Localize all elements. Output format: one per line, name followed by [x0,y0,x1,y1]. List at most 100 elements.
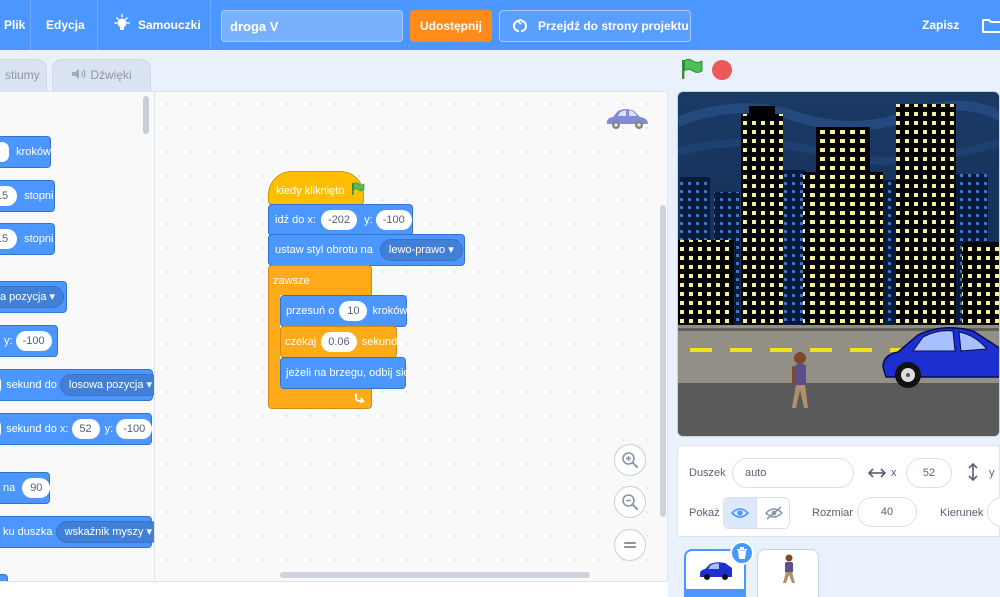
palette-move-unit: kroków [16,146,51,159]
when-flag-clicked-label: kiedy kliknięto [276,185,345,197]
sprite-thumb-person[interactable] [757,549,819,597]
palette-turn-left-input[interactable]: 15 [0,229,17,250]
palette-point-direction-input[interactable]: 90 [22,478,51,499]
code-horizontal-scrollbar[interactable] [280,572,590,578]
set-rotation-style-block[interactable]: ustaw styl obrotu na lewo-prawo ▾ [268,234,465,266]
size-input[interactable]: 40 [857,497,917,527]
palette-point-towards-label: ku duszka [3,526,53,539]
see-project-page-label: Przejdź do strony projektu [538,19,689,33]
palette-glide-xy-block[interactable]: sekund do x: 52 y: -100 [0,413,153,445]
folder-icon[interactable] [982,17,1000,33]
wait-seconds-input[interactable]: 0.06 [321,332,357,352]
wait-label: czekaj [285,336,317,348]
eye-hidden-icon [764,506,784,520]
delete-sprite-button[interactable] [730,541,754,565]
wait-unit: sekund [361,336,398,348]
x-label: x [891,467,897,479]
forever-block[interactable]: zawsze [268,265,372,295]
rotation-style-dropdown[interactable]: lewo-prawo ▾ [379,239,463,261]
palette-turn-right-unit: stopni [24,190,54,203]
show-visible-button[interactable] [724,498,757,528]
go-to-xy-block[interactable]: idź do x: -202 y: -100 [268,204,413,236]
lightbulb-icon [114,14,130,30]
speaker-icon [72,69,86,79]
share-button[interactable]: Udostępnij [410,10,492,42]
zoom-out-button[interactable] [614,486,646,518]
green-flag-icon[interactable] [680,58,704,80]
go-to-x-input[interactable]: -202 [321,210,358,230]
stop-icon[interactable] [711,59,733,81]
size-label: Rozmiar [812,507,853,519]
palette-glide-x-input[interactable]: 52 [71,419,100,440]
stage[interactable] [677,91,1000,437]
bounce-on-edge-label: jeżeli na brzegu, odbij się [286,367,410,379]
forever-label: zawsze [273,275,310,287]
menu-file[interactable]: Plik [4,18,25,32]
palette-turn-right-block[interactable]: 15 stopni [0,180,55,212]
palette-glide-xy-secs-input[interactable] [0,419,1,440]
palette-go-to-block[interactable]: a pozycja ▾ [0,281,67,313]
move-steps-block[interactable]: przesuń o 10 kroków [280,295,407,327]
see-project-page-button[interactable]: Przejdź do strony projektu [499,10,691,42]
palette-move-block[interactable]: kroków [0,136,51,168]
palette-go-to-dropdown[interactable]: a pozycja ▾ [0,286,65,309]
bounce-on-edge-block[interactable]: jeżeli na brzegu, odbij się [280,357,410,389]
palette-point-towards-block[interactable]: ku duszka wskaźnik myszy ▾ [0,516,154,548]
show-hidden-button[interactable] [757,498,789,528]
tab-sounds[interactable]: Dźwięki [52,59,151,92]
palette-next-block[interactable] [0,574,8,581]
go-to-y-input[interactable]: -100 [375,210,412,230]
horizontal-arrows-icon [868,468,886,478]
palette-glide-xy-label: sekund do x: [6,423,69,436]
sprite-indicator-car-icon [606,109,648,129]
person-thumbnail-icon [783,554,795,583]
go-to-xy-label: idź do x: [275,214,316,226]
when-flag-clicked-block[interactable]: kiedy kliknięto [268,171,364,205]
backpack-bar[interactable] [0,581,668,597]
tab-sounds-label: Dźwięki [90,68,132,82]
eye-icon [730,508,750,518]
sprite-name-strip [686,589,744,597]
palette-glide-random-label: sekund do [6,379,57,392]
move-steps-input[interactable]: 10 [339,301,368,321]
palette-turn-right-input[interactable]: 15 [0,186,17,207]
palette-scrollbar[interactable] [143,96,149,134]
palette-point-direction-block[interactable]: na 90 [0,472,51,504]
palette-go-to-target: a pozycja [0,291,47,304]
palette-glide-y-label: y: [104,423,114,436]
loop-arrow-icon [355,393,365,403]
code-area[interactable]: kiedy kliknięto idź do x: -202 y: -100 u… [155,91,668,581]
palette-point-towards-target: wskaźnik myszy [64,526,144,539]
menu-tutorials-label: Samouczki [138,18,201,32]
zoom-in-icon [622,452,638,468]
x-position-input[interactable]: 52 [906,458,952,488]
project-title-input[interactable] [221,10,403,42]
palette-glide-secs-input[interactable] [0,375,1,396]
wait-block[interactable]: czekaj 0.06 sekund [280,326,397,358]
palette-glide-target-dropdown[interactable]: losowa pozycja ▾ [59,374,154,397]
forever-block-foot [268,387,372,409]
direction-input[interactable] [987,497,1000,527]
menu-divider [97,0,98,50]
palette-glide-y-input[interactable]: -100 [116,419,153,440]
palette-go-to-xy-block[interactable]: y: -100 [0,325,58,357]
menu-divider [210,0,211,50]
tab-costumes[interactable]: stiumy [0,59,47,92]
rotation-style-value: lewo-prawo [388,244,446,256]
palette-turn-left-block[interactable]: 15 stopni [0,223,55,255]
zoom-reset-button[interactable] [614,529,646,561]
save-now-button[interactable]: Zapisz [922,18,959,32]
set-rotation-style-label: ustaw styl obrotu na [275,244,373,256]
zoom-in-button[interactable] [614,444,646,476]
palette-move-input[interactable] [0,142,9,163]
palette-go-to-y-label: y: [4,335,13,348]
palette-go-to-y-input[interactable]: -100 [15,331,52,352]
code-vertical-scrollbar[interactable] [660,205,666,517]
forever-block-arm [268,294,280,388]
sprite-name-input[interactable]: auto [732,458,854,488]
palette-glide-random-block[interactable]: sekund do losowa pozycja ▾ [0,369,154,401]
palette-point-towards-dropdown[interactable]: wskaźnik myszy ▾ [55,521,154,544]
menu-edit[interactable]: Edycja [46,18,85,32]
palette-glide-target: losowa pozycja [68,379,144,392]
zoom-reset-icon [624,542,636,548]
